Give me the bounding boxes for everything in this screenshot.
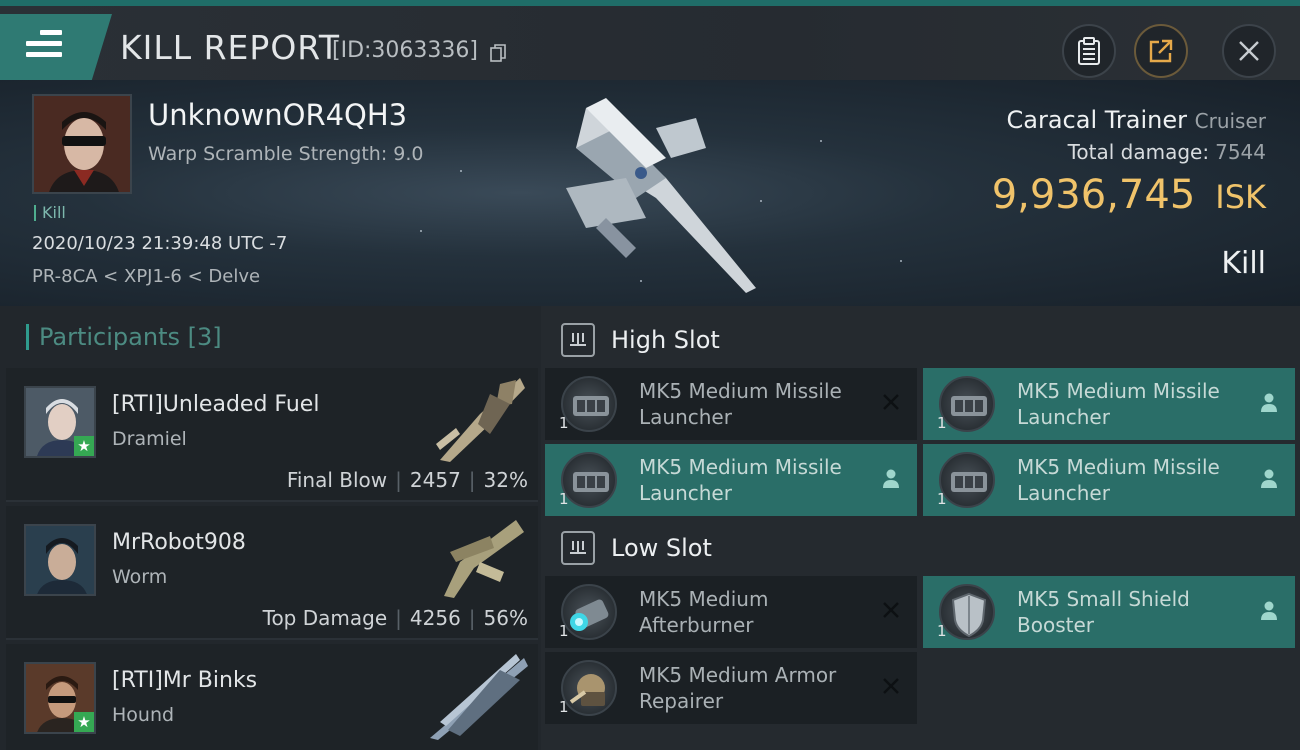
warp-scramble-strength: Warp Scramble Strength: 9.0 xyxy=(148,143,424,165)
page-title: KILL REPORT xyxy=(120,28,340,67)
victim-ship-image xyxy=(566,98,756,293)
participant-percent: 32% xyxy=(483,468,528,492)
fitting-panel: High Slot 1 MK5 Medium Missile Launcher … xyxy=(541,306,1300,750)
participant-card[interactable]: MrRobot908 Worm Top Damage | 4256 | 56% xyxy=(6,506,538,640)
module-item[interactable]: 1 MK5 Medium Afterburner xyxy=(545,576,917,648)
high-slot-title: High Slot xyxy=(611,326,720,354)
module-quantity: 1 xyxy=(559,622,569,640)
low-slot-header: Low Slot xyxy=(561,528,712,568)
participant-ship-image xyxy=(430,654,528,740)
participant-ship-image xyxy=(436,378,525,462)
participant-card[interactable]: ★ [RTI]Unleaded Fuel Dramiel Final Blow |… xyxy=(6,368,538,502)
participants-heading: Participants [3] xyxy=(26,324,222,350)
missile-launcher-icon xyxy=(561,452,617,508)
victim-ship-class: Cruiser xyxy=(1194,109,1266,133)
participant-role: Final Blow xyxy=(286,468,388,492)
isk-value-row: 9,936,745 ISK xyxy=(992,172,1266,218)
report-id: [ID:3063336] xyxy=(332,38,478,63)
module-item[interactable]: 1 MK5 Medium Missile Launcher xyxy=(923,368,1295,440)
isk-value: 9,936,745 xyxy=(991,172,1196,218)
participant-avatar: ★ xyxy=(24,386,96,458)
x-icon xyxy=(883,394,899,410)
module-item[interactable]: 1 MK5 Medium Missile Launcher xyxy=(545,444,917,516)
person-icon xyxy=(1261,393,1277,412)
slot-icon xyxy=(561,531,595,565)
module-name: MK5 Medium Missile Launcher xyxy=(1017,455,1220,505)
module-quantity: 1 xyxy=(559,490,569,508)
clipboard-button[interactable] xyxy=(1062,24,1116,78)
participant-role: Top Damage xyxy=(262,606,388,630)
module-quantity: 1 xyxy=(937,490,947,508)
participant-damage: 4256 xyxy=(409,606,461,630)
participant-ship: Dramiel xyxy=(112,428,187,450)
module-quantity: 1 xyxy=(937,622,947,640)
kill-tag: Kill xyxy=(34,205,66,221)
clipboard-icon xyxy=(1078,37,1100,65)
low-slot-title: Low Slot xyxy=(611,534,712,562)
share-button[interactable] xyxy=(1134,24,1188,78)
kill-location: PR-8CA < XPJ1-6 < Delve xyxy=(32,266,261,287)
module-quantity: 1 xyxy=(559,414,569,432)
x-icon xyxy=(883,678,899,694)
module-item[interactable]: 1 MK5 Small Shield Booster xyxy=(923,576,1295,648)
result-label: Kill xyxy=(1221,246,1266,281)
participants-panel: Participants [3] ★ [RTI]Unleaded Fuel Dr… xyxy=(0,306,541,750)
participant-card[interactable]: ★ [RTI]Mr Binks Hound xyxy=(6,644,538,750)
missile-launcher-icon xyxy=(561,376,617,432)
menu-icon xyxy=(26,30,62,60)
participant-ship: Worm xyxy=(112,566,168,588)
missile-launcher-icon xyxy=(939,452,995,508)
share-icon xyxy=(1149,39,1173,63)
isk-unit: ISK xyxy=(1215,178,1266,216)
module-name: MK5 Small Shield Booster xyxy=(1017,587,1190,637)
participant-name[interactable]: [RTI]Mr Binks xyxy=(112,668,257,693)
victim-ship-name[interactable]: Caracal Trainer xyxy=(1007,106,1187,134)
participant-stats: Final Blow | 2457 | 32% xyxy=(286,468,528,492)
module-name: MK5 Medium Armor Repairer xyxy=(639,663,837,713)
person-icon xyxy=(1261,469,1277,488)
module-item[interactable]: 1 MK5 Medium Missile Launcher xyxy=(923,444,1295,516)
victim-panel: UnknownOR4QH3 Warp Scramble Strength: 9.… xyxy=(0,80,1300,306)
participant-avatar: ★ xyxy=(24,662,96,734)
shield-booster-icon xyxy=(939,584,995,640)
participant-percent: 56% xyxy=(483,606,528,630)
module-quantity: 1 xyxy=(559,698,569,716)
high-slot-header: High Slot xyxy=(561,320,720,360)
menu-button[interactable] xyxy=(0,14,112,80)
module-name: MK5 Medium Missile Launcher xyxy=(1017,379,1220,429)
participant-stats: Top Damage | 4256 | 56% xyxy=(262,606,528,630)
person-icon xyxy=(883,469,899,488)
module-name: MK5 Medium Missile Launcher xyxy=(639,379,842,429)
module-quantity: 1 xyxy=(937,414,947,432)
star-icon: ★ xyxy=(74,712,94,732)
slot-icon xyxy=(561,323,595,357)
victim-name[interactable]: UnknownOR4QH3 xyxy=(148,98,407,132)
participant-name[interactable]: [RTI]Unleaded Fuel xyxy=(112,392,319,417)
module-item[interactable]: 1 MK5 Medium Missile Launcher xyxy=(545,368,917,440)
close-icon xyxy=(1239,41,1259,61)
header-bar: KILL REPORT [ID:3063336] xyxy=(0,6,1300,80)
module-item[interactable]: 1 MK5 Medium Armor Repairer xyxy=(545,652,917,724)
victim-avatar[interactable] xyxy=(32,94,132,194)
module-name: MK5 Medium Missile Launcher xyxy=(639,455,842,505)
total-damage-label: Total damage: xyxy=(1067,140,1210,164)
total-damage: Total damage: 7544 xyxy=(1068,140,1266,164)
afterburner-icon xyxy=(561,584,617,640)
kill-datetime: 2020/10/23 21:39:48 UTC -7 xyxy=(32,233,288,254)
total-damage-value: 7544 xyxy=(1215,140,1266,164)
victim-ship: Caracal Trainer Cruiser xyxy=(1007,106,1266,134)
person-icon xyxy=(1261,601,1277,620)
participant-damage: 2457 xyxy=(409,468,461,492)
close-button[interactable] xyxy=(1222,24,1276,78)
participant-name[interactable]: MrRobot908 xyxy=(112,530,246,555)
participant-ship: Hound xyxy=(112,704,175,726)
star-icon: ★ xyxy=(74,436,94,456)
x-icon xyxy=(883,602,899,618)
participant-ship-image xyxy=(444,520,524,598)
module-name: MK5 Medium Afterburner xyxy=(639,587,769,637)
missile-launcher-icon xyxy=(939,376,995,432)
participant-avatar xyxy=(24,524,96,596)
copy-icon[interactable] xyxy=(490,44,506,62)
armor-repairer-icon xyxy=(561,660,617,716)
